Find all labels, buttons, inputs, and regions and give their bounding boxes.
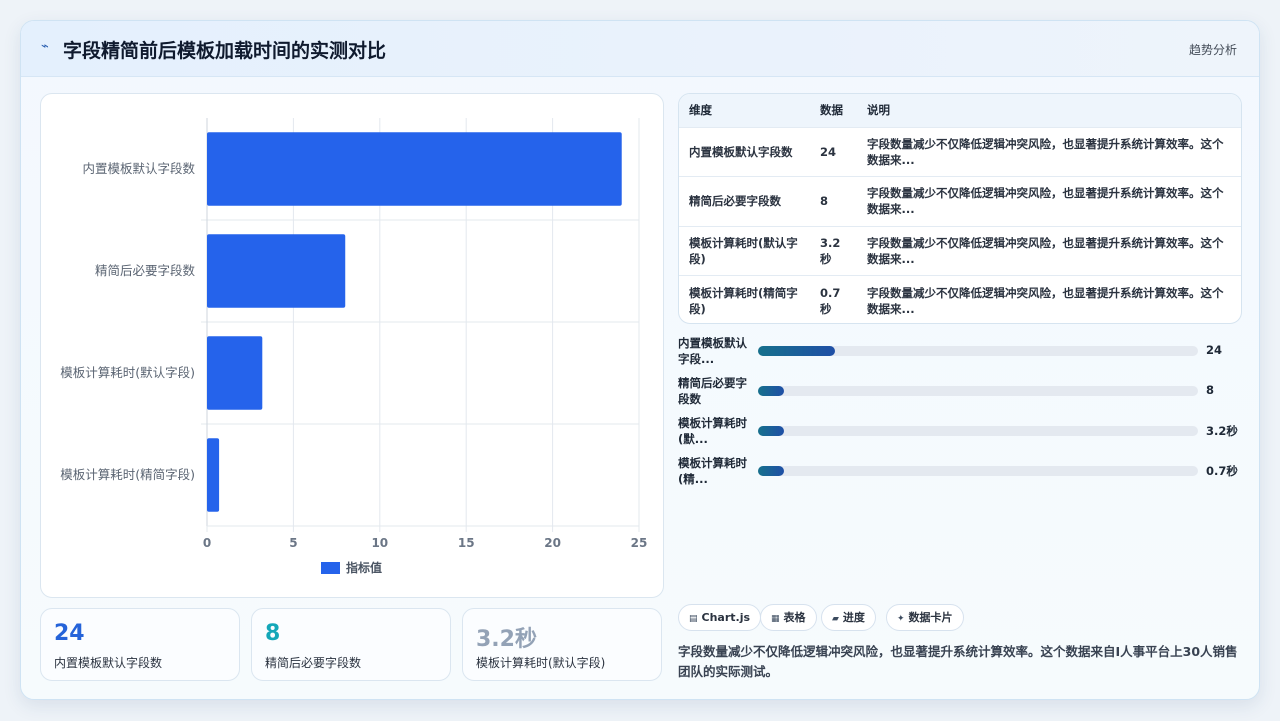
kpi-card-lean-fields: 8 精简后必要字段数: [251, 608, 451, 681]
x-tick-label: 25: [631, 536, 648, 550]
kpi-label: 精简后必要字段数: [265, 656, 362, 670]
table-header-row: 维度 数据 说明: [679, 94, 1241, 127]
table-cell-description: 字段数量减少不仅降低逻辑冲突风险，也显著提升系统计算效率。这个数据来...: [867, 136, 1224, 167]
y-tick-label: 精简后必要字段数: [95, 263, 196, 278]
progress-track: [758, 346, 1198, 356]
kpi-label: 内置模板默认字段数: [54, 656, 163, 670]
table-cell-description: 字段数量减少不仅降低逻辑冲突风险，也显著提升系统计算效率。这个数据来...: [867, 235, 1224, 266]
bar-chart: 内置模板默认字段数精简后必要字段数模板计算耗时(默认字段) 模板计算耗时(精简字段…: [60, 118, 648, 575]
x-tick-label: 20: [544, 536, 561, 550]
table-cell-data: 24: [820, 144, 837, 159]
progress-fill: [758, 346, 836, 356]
progress-row: 内置模板默认字段... 24: [678, 335, 1258, 369]
y-tick-label: 内置模板默认字段数: [82, 161, 195, 176]
table-cell-data: 0.7秒: [820, 285, 841, 316]
trend-analysis-label[interactable]: 趋势分析: [1189, 41, 1237, 58]
kpi-label: 模板计算耗时(默认字段): [476, 656, 606, 670]
chart-line-icon: ⌁: [41, 39, 49, 54]
bar: [207, 234, 346, 308]
table-cell-dimension: 模板计算耗时(默认字段): [689, 235, 798, 266]
progress-row: 模板计算耗时(默... 3.2秒: [678, 415, 1258, 449]
chip-label: Chart.js: [701, 611, 751, 624]
legend-swatch: [321, 562, 340, 574]
kpi-value: 8: [265, 621, 281, 646]
progress-track: [758, 426, 1198, 436]
progress-track: [758, 466, 1198, 476]
bar: [207, 132, 622, 206]
kpi-value: 24: [54, 621, 85, 646]
table-cell-dimension: 精简后必要字段数: [689, 194, 781, 209]
progress-value: 0.7秒: [1206, 464, 1238, 478]
progress-label: 内置模板默认字段...: [678, 336, 747, 366]
y-tick-label: 模板计算耗时(精简字段): [60, 467, 195, 482]
kpi-card-default-fields: 24 内置模板默认字段数: [40, 608, 240, 681]
dashboard-card: ⌁ 字段精简前后模板加载时间的实测对比 趋势分析 内置模板默认字段数 精简后必要字…: [20, 20, 1260, 700]
progress-label: 模板计算耗时(默...: [678, 416, 747, 446]
table-header-description: 说明: [867, 103, 890, 118]
table-header-data: 数据: [820, 103, 843, 118]
x-tick-label: 5: [289, 536, 297, 550]
table-row: 模板计算耗时(精简字段) 0.7秒 字段数量减少不仅降低逻辑冲突风险，也显著提升…: [679, 275, 1241, 324]
x-tick-label: 0: [203, 536, 211, 550]
header-bar: ⌁ 字段精简前后模板加载时间的实测对比 趋势分析: [21, 21, 1259, 77]
progress-fill: [758, 426, 784, 436]
table-icon: ▦: [771, 614, 780, 624]
table-header-dimension: 维度: [689, 103, 712, 118]
footnote-text: 字段数量减少不仅降低逻辑冲突风险，也显著提升系统计算效率。这个数据来自I人事平台…: [678, 644, 1238, 679]
chip-chartjs[interactable]: ▤ Chart.js: [678, 604, 762, 631]
x-tick-label: 15: [458, 536, 475, 550]
progress-row: 模板计算耗时(精... 0.7秒: [678, 455, 1258, 489]
card-icon: ✦: [897, 614, 905, 624]
table-cell-description: 字段数量减少不仅降低逻辑冲突风险，也显著提升系统计算效率。这个数据来...: [867, 186, 1224, 217]
table-cell-dimension: 内置模板默认字段数: [689, 144, 793, 159]
x-tick-label: 10: [371, 536, 388, 550]
bar-chart-panel: 内置模板默认字段数精简后必要字段数模板计算耗时(默认字段) 模板计算耗时(精简字段…: [40, 93, 664, 598]
progress-fill: [758, 466, 784, 476]
table-cell-dimension: 模板计算耗时(精简字段): [689, 285, 798, 316]
chip-progress[interactable]: ▰ 进度: [821, 604, 876, 631]
chip-label: 进度: [842, 611, 865, 624]
progress-row: 精简后必要字段数 8: [678, 375, 1258, 409]
table-cell-description: 字段数量减少不仅降低逻辑冲突风险，也显著提升系统计算效率。这个数据来...: [867, 285, 1224, 316]
y-tick-label: 模板计算耗时(默认字段): [60, 365, 195, 380]
page-title: 字段精简前后模板加载时间的实测对比: [63, 40, 387, 62]
chip-label: 表格: [783, 611, 806, 624]
progress-value: 3.2秒: [1206, 424, 1238, 438]
bar: [207, 438, 220, 512]
table-row: 模板计算耗时(默认字段) 3.2秒 字段数量减少不仅降低逻辑冲突风险，也显著提升…: [679, 226, 1241, 276]
progress-label: 精简后必要字段数: [678, 376, 747, 406]
chip-label: 数据卡片: [908, 611, 953, 624]
chip-table[interactable]: ▦ 表格: [760, 604, 817, 631]
table-row: 精简后必要字段数 8 字段数量减少不仅降低逻辑冲突风险，也显著提升系统计算效率。…: [679, 176, 1241, 227]
progress-value: 24: [1206, 343, 1223, 357]
progress-label: 模板计算耗时(精...: [678, 456, 747, 486]
table-cell-data: 8: [820, 194, 829, 209]
legend-label: 指标值: [346, 560, 382, 575]
chart-icon: ▤: [689, 614, 698, 624]
table-row: 内置模板默认字段数 24 字段数量减少不仅降低逻辑冲突风险，也显著提升系统计算效…: [679, 127, 1241, 177]
kpi-card-default-time: 3.2秒 模板计算耗时(默认字段): [462, 608, 662, 681]
progress-value: 8: [1206, 383, 1215, 397]
data-table: 维度 数据 说明 内置模板默认字段数 24 字段数量减少不仅降低逻辑冲突风险，也…: [678, 93, 1242, 324]
table-cell-data: 3.2秒: [820, 235, 841, 266]
progress-fill: [758, 386, 784, 396]
chip-data-cards[interactable]: ✦ 数据卡片: [886, 604, 964, 631]
bar: [207, 336, 263, 410]
progress-icon: ▰: [832, 614, 839, 624]
progress-track: [758, 386, 1198, 396]
kpi-value: 3.2秒: [476, 627, 537, 652]
